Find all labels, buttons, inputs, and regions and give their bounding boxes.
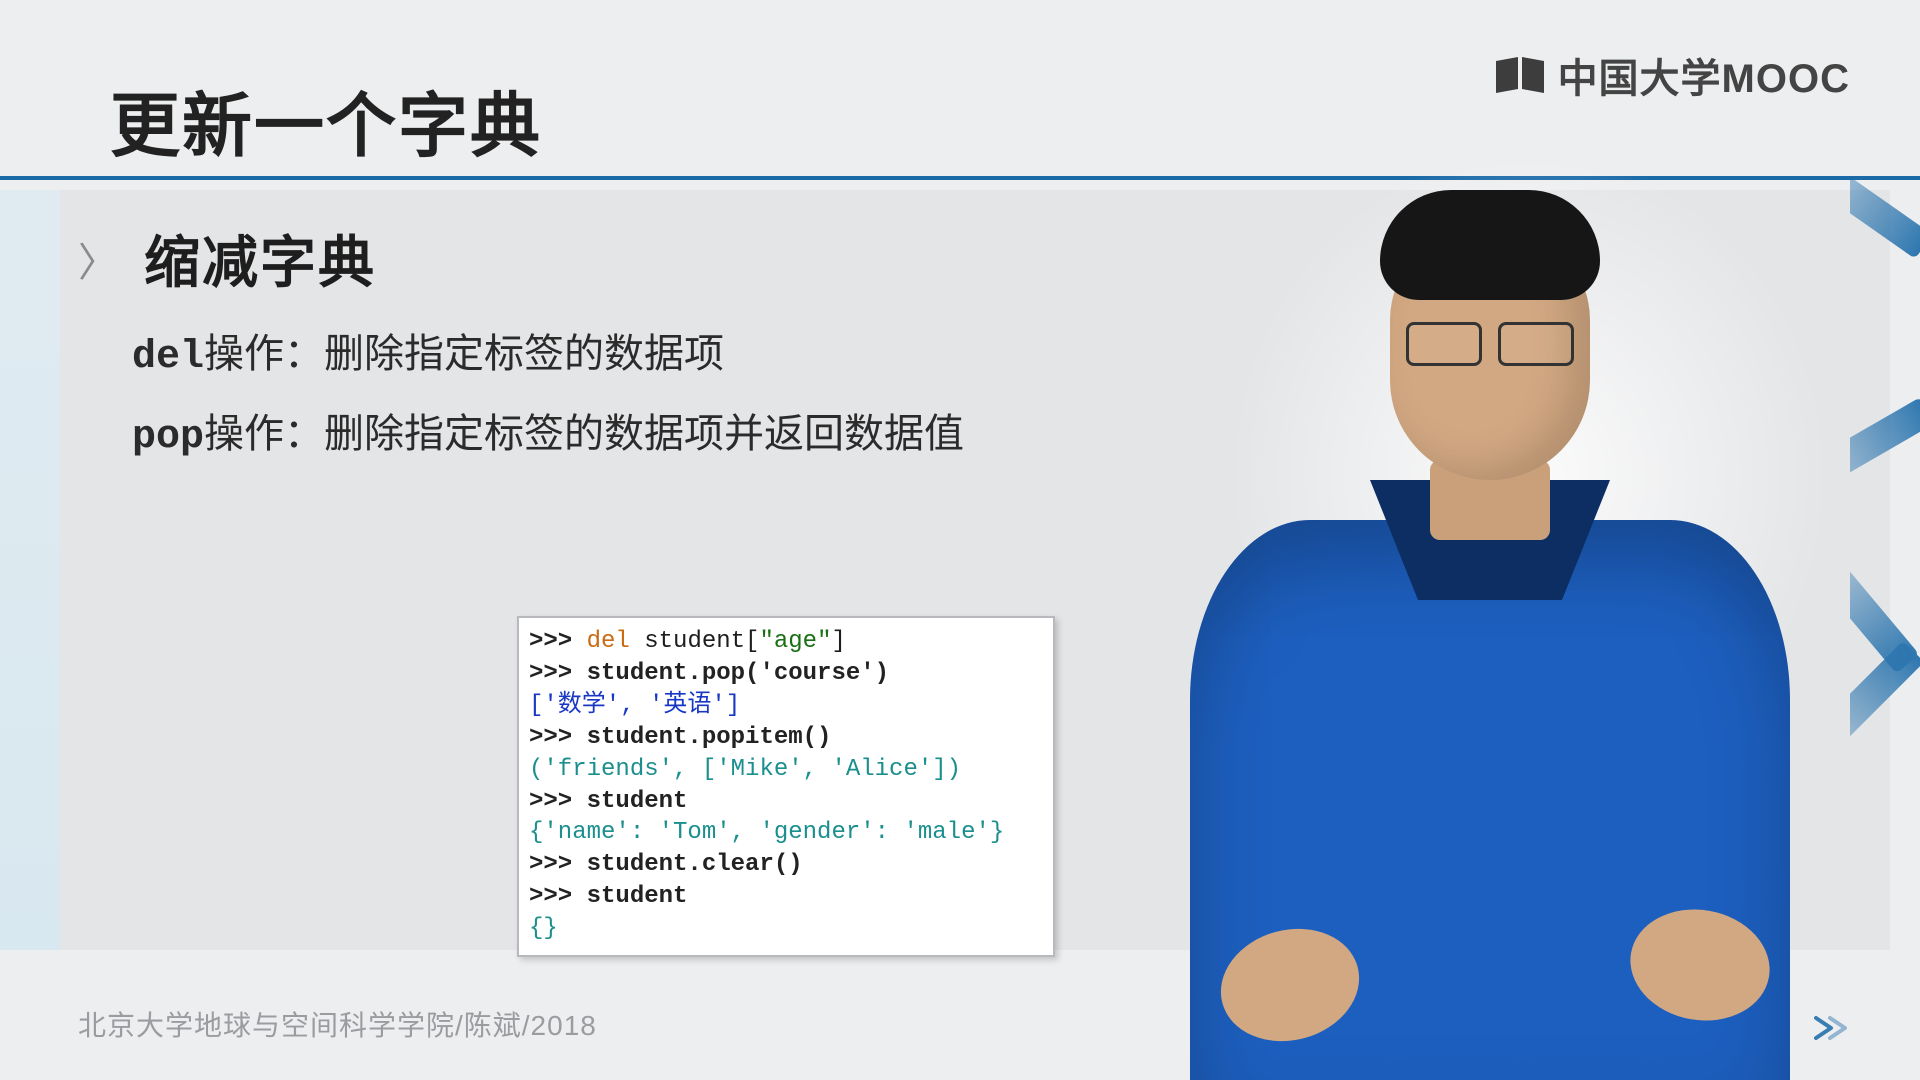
code-line: >>> student: [529, 788, 687, 815]
code-output: ['数学', '英语']: [529, 692, 740, 719]
next-chevron-icon: [1814, 1016, 1848, 1040]
bullet-desc: 删除指定标签的数据项并返回数据值: [324, 412, 964, 456]
brand-text: 中国大学MOOC: [1558, 46, 1850, 104]
code-example: >>> del student["age"] >>> student.pop('…: [517, 616, 1055, 957]
bullet-label: 操作：: [204, 332, 324, 376]
code-line: >>> student.pop('course'): [529, 660, 889, 687]
right-edge-decoration: [1850, 180, 1920, 950]
keyword-del: del: [132, 335, 204, 380]
code-prompt: >>>: [529, 628, 587, 655]
keyword-pop: pop: [132, 415, 204, 460]
bullet-label: 操作：: [204, 412, 324, 456]
chevron-right-icon: 〉: [78, 230, 118, 288]
book-icon: [1494, 55, 1546, 95]
code-line: >>> student.popitem(): [529, 724, 831, 751]
left-accent-bar: [0, 190, 60, 950]
slide-root: 中国大学MOOC 更新一个字典 〉 缩减字典 del操作：删除指定标签的数据项 …: [0, 0, 1920, 1080]
code-keyword-del: del: [587, 628, 630, 655]
code-text: student[: [630, 628, 760, 655]
code-text: ]: [831, 628, 845, 655]
code-output: {'name': 'Tom', 'gender': 'male'}: [529, 819, 1004, 846]
title-rule: [0, 176, 1920, 180]
brand-logo: 中国大学MOOC: [1494, 46, 1850, 104]
code-string: "age": [759, 628, 831, 655]
bullet-desc: 删除指定标签的数据项: [324, 332, 724, 376]
bullet-item: del操作：删除指定标签的数据项: [132, 316, 964, 396]
code-line: >>> student: [529, 883, 687, 910]
bullet-list: del操作：删除指定标签的数据项 pop操作：删除指定标签的数据项并返回数据值: [132, 316, 964, 476]
page-title: 更新一个字典: [110, 70, 542, 171]
bullet-item: pop操作：删除指定标签的数据项并返回数据值: [132, 396, 964, 476]
code-output: ('friends', ['Mike', 'Alice']): [529, 756, 961, 783]
footer-credit: 北京大学地球与空间科学学院/陈斌/2018: [78, 1004, 597, 1044]
code-line: >>> student.clear(): [529, 851, 803, 878]
subtitle-row: 〉 缩减字典: [78, 218, 376, 299]
section-subtitle: 缩减字典: [144, 218, 376, 299]
code-output: {}: [529, 915, 558, 942]
